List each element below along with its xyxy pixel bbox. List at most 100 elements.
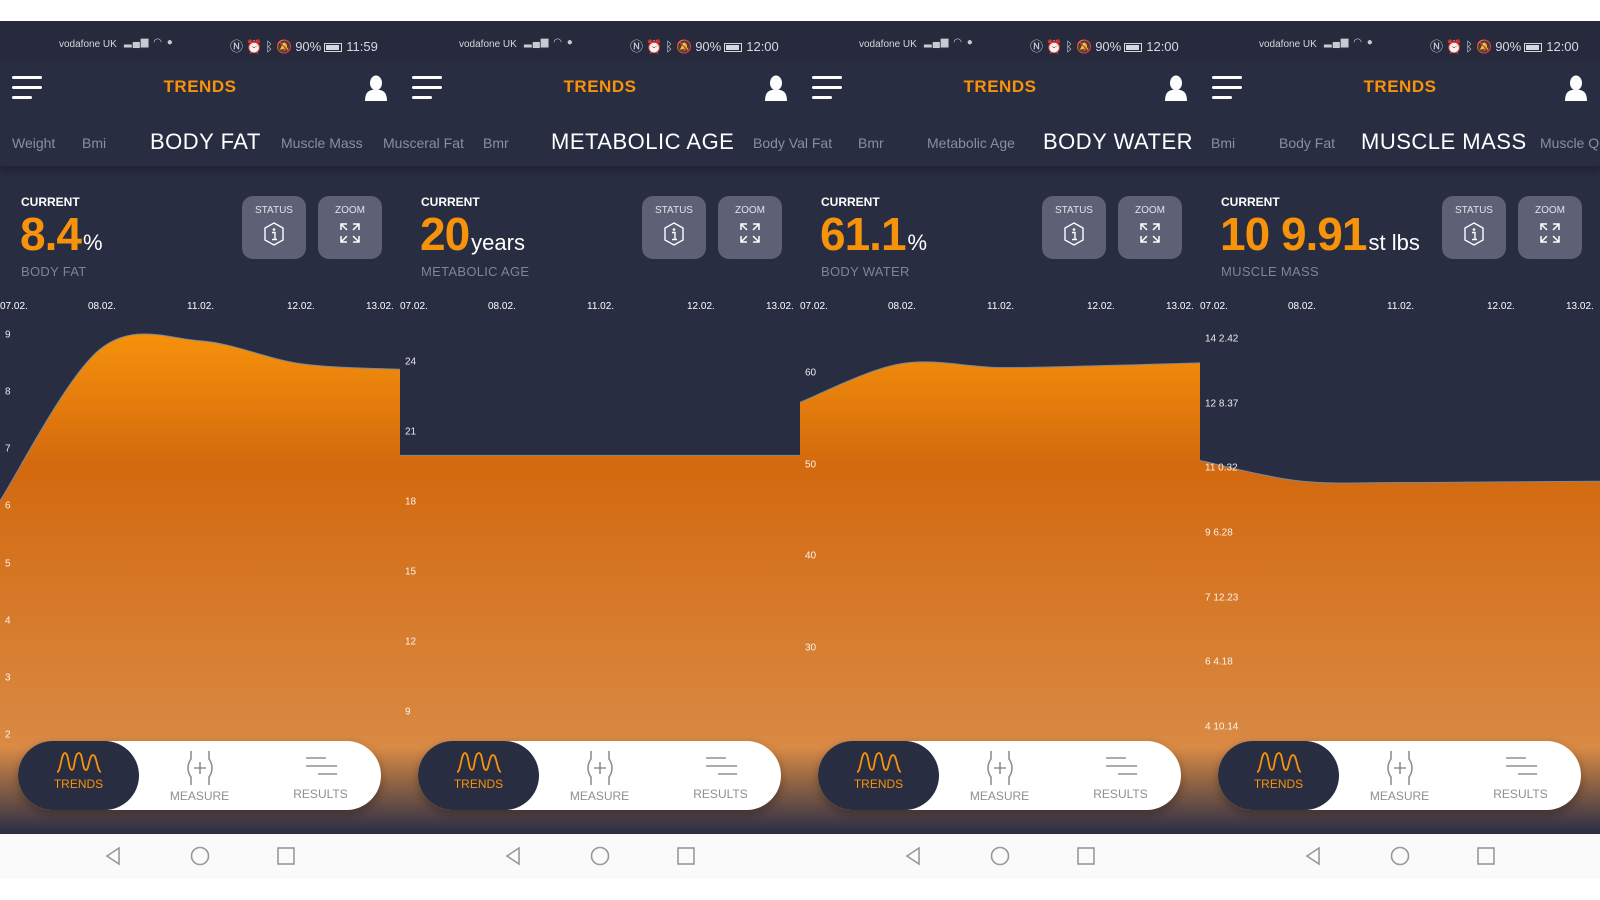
nav-trends-label: TRENDS xyxy=(1253,777,1304,791)
tab-metabolic-age[interactable]: Metabolic Age xyxy=(927,135,1015,151)
mute-icon: 🔕 xyxy=(676,39,693,54)
nav-measure[interactable]: MEASURE xyxy=(539,741,660,810)
tab-bmi[interactable]: Bmi xyxy=(1211,135,1235,151)
nav-results[interactable]: RESULTS xyxy=(260,741,381,810)
tab-body-fat[interactable]: Body Fat xyxy=(1279,135,1335,151)
android-nav-bar xyxy=(400,834,800,879)
back-icon[interactable] xyxy=(904,846,922,866)
info-hexagon-icon xyxy=(264,222,284,246)
date-tick: 13.02. xyxy=(766,301,794,312)
status-icons: Ⓝ ⏰ ᛒ 🔕 90% 12:00 xyxy=(630,36,782,55)
status-button[interactable]: STATUS xyxy=(1042,196,1106,259)
zoom-button[interactable]: ZOOM xyxy=(1518,196,1582,259)
tab-muscle-quality[interactable]: Muscle Q xyxy=(1540,135,1599,151)
recents-icon[interactable] xyxy=(1476,846,1496,866)
battery-percent: 90% xyxy=(1495,39,1522,54)
measure-icon xyxy=(1386,751,1413,785)
recents-icon[interactable] xyxy=(676,846,696,866)
battery-icon xyxy=(324,43,343,53)
home-icon[interactable] xyxy=(590,846,610,866)
zoom-label: ZOOM xyxy=(735,205,765,216)
tab-bmi[interactable]: Bmi xyxy=(82,135,106,151)
user-profile-icon[interactable] xyxy=(1565,75,1587,101)
nav-measure[interactable]: MEASURE xyxy=(139,741,260,810)
home-icon[interactable] xyxy=(190,846,210,866)
tab-muscle-mass[interactable]: MUSCLE MASS xyxy=(1361,129,1527,155)
measure-icon xyxy=(186,751,213,785)
home-icon[interactable] xyxy=(1390,846,1410,866)
user-profile-icon[interactable] xyxy=(1165,75,1187,101)
nav-results[interactable]: RESULTS xyxy=(1460,741,1581,810)
current-value: 8.4% xyxy=(20,207,103,261)
current-value: 10 9.91st lbs xyxy=(1220,207,1420,261)
date-tick: 13.02. xyxy=(1566,301,1594,312)
bottom-navigation: TRENDS MEASURE RESULTS xyxy=(18,741,381,810)
zoom-label: ZOOM xyxy=(1135,205,1165,216)
metric-name: MUSCLE MASS xyxy=(1221,264,1319,279)
tab-bmr[interactable]: Bmr xyxy=(483,135,509,151)
value-unit: years xyxy=(471,230,525,255)
page-title: TRENDS xyxy=(963,77,1037,96)
back-icon[interactable] xyxy=(504,846,522,866)
value-tick: 12 8.37 xyxy=(1205,398,1239,410)
mute-icon: 🔕 xyxy=(276,39,293,54)
back-icon[interactable] xyxy=(104,846,122,866)
battery-icon xyxy=(1524,43,1543,53)
tab-bmr[interactable]: Bmr xyxy=(858,135,884,151)
status-bar: vodafone UK ▂▄▆ ◠ ● Ⓝ ⏰ ᛒ 🔕 90% 12:00 xyxy=(1200,21,1600,61)
measure-icon xyxy=(986,751,1013,785)
zoom-button[interactable]: ZOOM xyxy=(718,196,782,259)
signal-wifi-icons: ▂▄▆ ◠ ● xyxy=(524,37,574,48)
home-icon[interactable] xyxy=(990,846,1010,866)
bottom-navigation: TRENDS MEASURE RESULTS xyxy=(418,741,781,810)
nav-measure[interactable]: MEASURE xyxy=(939,741,1060,810)
status-icons: Ⓝ ⏰ ᛒ 🔕 90% 11:59 xyxy=(230,36,381,55)
status-bar: vodafone UK ▂▄▆ ◠ ● Ⓝ ⏰ ᛒ 🔕 90% 11:59 xyxy=(0,21,400,61)
user-profile-icon[interactable] xyxy=(365,75,387,101)
back-icon[interactable] xyxy=(1304,846,1322,866)
tab-visceral-fat[interactable]: Musceral Fat xyxy=(383,135,464,151)
tab-body-fat[interactable]: BODY FAT xyxy=(150,129,261,155)
tab-metabolic-age[interactable]: METABOLIC AGE xyxy=(551,129,734,155)
status-label: STATUS xyxy=(1455,205,1493,216)
date-tick: 08.02. xyxy=(88,301,116,312)
date-tick: 08.02. xyxy=(888,301,916,312)
zoom-button[interactable]: ZOOM xyxy=(318,196,382,259)
trends-wave-icon xyxy=(56,752,101,773)
date-tick: 13.02. xyxy=(1166,301,1194,312)
value-tick: 60 xyxy=(805,367,817,379)
results-lines-icon xyxy=(705,757,737,775)
tab-muscle-mass[interactable]: Muscle Mass xyxy=(281,135,363,151)
value-tick: 11 0.32 xyxy=(1205,462,1238,474)
zoom-button[interactable]: ZOOM xyxy=(1118,196,1182,259)
alarm-icon: ⏰ xyxy=(246,39,263,54)
date-tick: 07.02. xyxy=(400,301,428,312)
status-button[interactable]: STATUS xyxy=(642,196,706,259)
tab-body-visceral-fat[interactable]: Body Val Fat xyxy=(753,135,832,151)
value-number: 61.1 xyxy=(820,208,907,260)
nfc-icon: Ⓝ xyxy=(1030,39,1044,54)
tab-weight[interactable]: Weight xyxy=(12,135,55,151)
tab-body-water[interactable]: BODY WATER xyxy=(1043,129,1193,155)
date-tick: 12.02. xyxy=(1487,301,1515,312)
nav-results-label: RESULTS xyxy=(1493,787,1548,801)
date-tick: 08.02. xyxy=(488,301,516,312)
value-tick: 40 xyxy=(805,550,817,562)
nav-results[interactable]: RESULTS xyxy=(1060,741,1181,810)
value-tick: 7 xyxy=(5,443,11,455)
nav-trends[interactable]: TRENDS xyxy=(818,741,939,810)
nav-results[interactable]: RESULTS xyxy=(660,741,781,810)
status-button[interactable]: STATUS xyxy=(1442,196,1506,259)
nav-measure[interactable]: MEASURE xyxy=(1339,741,1460,810)
status-button[interactable]: STATUS xyxy=(242,196,306,259)
nav-trends[interactable]: TRENDS xyxy=(1218,741,1339,810)
nav-trends[interactable]: TRENDS xyxy=(18,741,139,810)
nav-trends-label: TRENDS xyxy=(853,777,904,791)
page-title: TRENDS xyxy=(163,77,237,96)
nav-trends[interactable]: TRENDS xyxy=(418,741,539,810)
recents-icon[interactable] xyxy=(1076,846,1096,866)
user-profile-icon[interactable] xyxy=(765,75,787,101)
recents-icon[interactable] xyxy=(276,846,296,866)
nfc-icon: Ⓝ xyxy=(630,39,644,54)
app-header: TRENDS xyxy=(0,61,400,127)
